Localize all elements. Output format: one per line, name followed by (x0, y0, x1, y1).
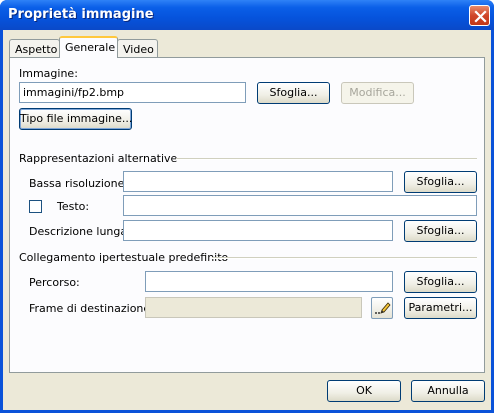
hyperlink-heading: Collegamento ipertestuale predefinito (19, 251, 229, 264)
dialog-client: Aspetto Generale Video Immagine: immagin… (3, 30, 491, 410)
low-res-browse-button[interactable]: Sfoglia... (404, 171, 477, 193)
target-frame-edit-button[interactable] (371, 297, 393, 319)
dialog-window: Proprietà immagine Aspetto Generale Vide… (0, 0, 494, 413)
ok-button[interactable]: OK (327, 380, 401, 402)
low-res-browse-label: Sfoglia... (416, 175, 465, 188)
close-button[interactable] (469, 5, 490, 26)
path-browse-label: Sfoglia... (416, 275, 465, 288)
low-res-input[interactable] (123, 171, 393, 192)
parameters-label: Parametri... (408, 301, 473, 314)
image-path-value: immagini/fp2.bmp (23, 86, 125, 99)
image-edit-label: Modifica... (349, 86, 406, 99)
path-input[interactable] (145, 271, 393, 292)
path-label: Percorso: (29, 276, 80, 289)
image-label: Immagine: (19, 67, 78, 80)
low-res-label: Bassa risoluzione: (29, 177, 129, 190)
image-file-type-label: Tipo file immagine... (20, 112, 133, 125)
tab-label: Generale (65, 41, 116, 54)
parameters-button[interactable]: Parametri... (404, 297, 477, 319)
image-file-type-button[interactable]: Tipo file immagine... (19, 108, 132, 130)
target-frame-label: Frame di destinazione: (29, 302, 154, 315)
text-input[interactable] (123, 195, 477, 216)
tab-label: Video (123, 43, 154, 56)
path-browse-button[interactable]: Sfoglia... (404, 271, 477, 293)
hyperlink-divider (212, 257, 477, 259)
long-desc-input[interactable] (123, 220, 393, 241)
cancel-button[interactable]: Annulla (411, 380, 485, 402)
text-label: Testo: (57, 200, 90, 213)
cancel-label: Annulla (427, 384, 469, 397)
long-desc-browse-button[interactable]: Sfoglia... (404, 220, 477, 242)
image-browse-button[interactable]: Sfoglia... (257, 82, 330, 104)
text-checkbox[interactable] (29, 200, 42, 213)
image-edit-button[interactable]: Modifica... (341, 82, 414, 104)
tab-video[interactable]: Video (117, 39, 158, 59)
target-frame-input[interactable] (145, 297, 362, 318)
tab-panel-generale: Immagine: immagini/fp2.bmp Sfoglia... Mo… (9, 57, 485, 373)
long-desc-label: Descrizione lunga: (29, 225, 131, 238)
tab-label: Aspetto (15, 43, 58, 56)
tab-aspetto[interactable]: Aspetto (9, 39, 60, 59)
image-browse-label: Sfoglia... (269, 86, 318, 99)
ok-label: OK (356, 384, 372, 397)
alternatives-heading: Rappresentazioni alternative (19, 152, 178, 165)
alternatives-divider (176, 158, 477, 160)
tab-generale[interactable]: Generale (59, 36, 118, 58)
title-bar[interactable]: Proprietà immagine (0, 0, 494, 30)
close-icon (474, 10, 487, 23)
image-path-input[interactable]: immagini/fp2.bmp (19, 82, 246, 103)
pencil-icon (375, 302, 391, 314)
long-desc-browse-label: Sfoglia... (416, 224, 465, 237)
dialog-title: Proprietà immagine (8, 7, 154, 22)
